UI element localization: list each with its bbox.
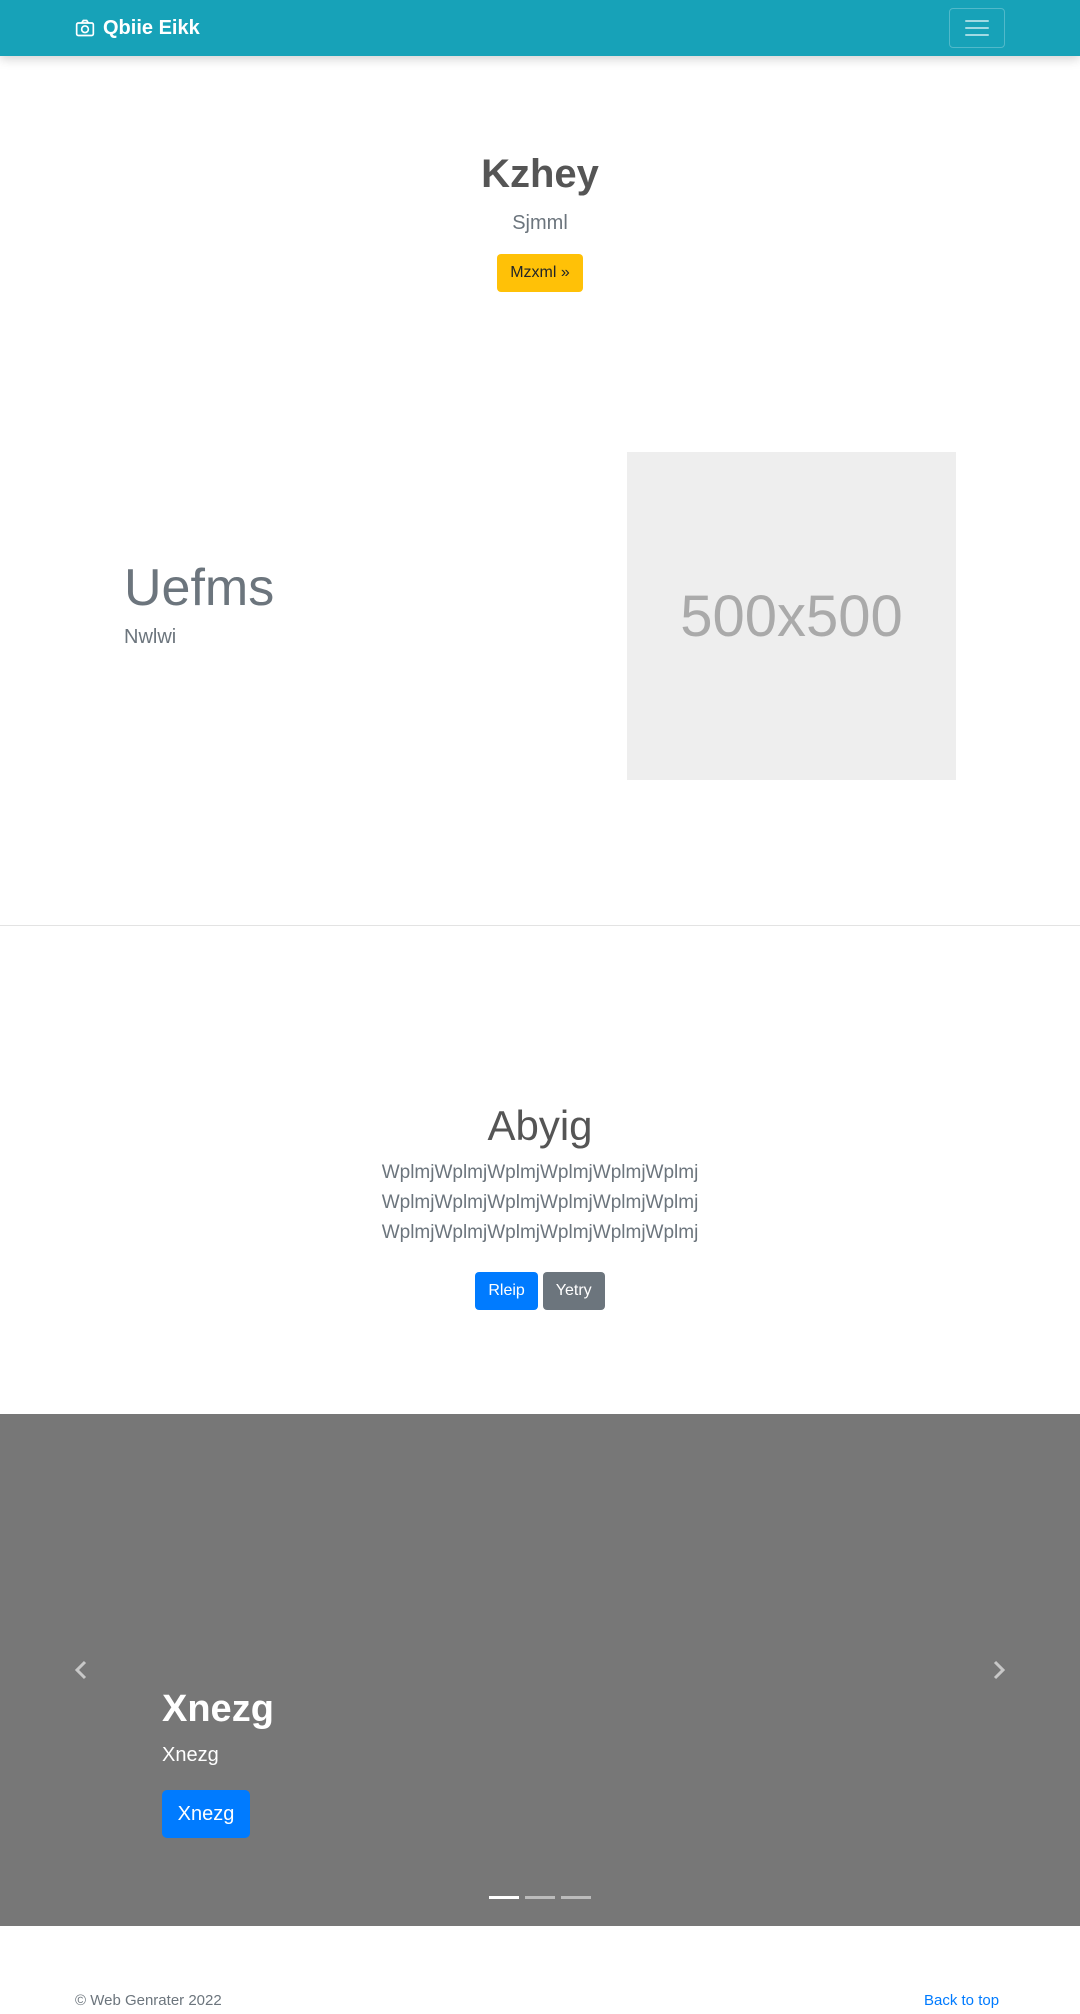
feature-subheading: Nwlwi	[124, 626, 177, 648]
brand-name: Qbiie Eikk	[103, 16, 200, 39]
secondary-button[interactable]: Yetry	[542, 1272, 605, 1310]
about-text-line: WplmjWplmjWplmjWplmjWplmjWplmj	[381, 1162, 699, 1183]
carousel: Xnezg Xnezg Xnezg	[0, 1414, 1080, 1926]
carousel-cta-button[interactable]: Xnezg	[162, 1790, 250, 1838]
carousel-caption-subtitle: Xnezg	[162, 1744, 219, 1766]
carousel-indicator[interactable]	[489, 1896, 519, 1899]
about-text-line: WplmjWplmjWplmjWplmjWplmjWplmj	[381, 1222, 699, 1243]
camera-icon	[75, 19, 95, 37]
hamburger-menu-icon	[965, 20, 989, 36]
about-title: Abyig	[487, 1102, 593, 1149]
navbar-toggler-button[interactable]	[949, 8, 1005, 48]
chevron-right-icon[interactable]	[986, 1658, 1010, 1682]
hero-title: Kzhey	[481, 152, 599, 196]
footer-copyright: © Web Genrater 2022	[75, 1992, 222, 2009]
brand-link[interactable]: Qbiie Eikk	[75, 0, 200, 56]
hero-subtitle: Sjmml	[512, 212, 568, 234]
chevron-left-icon[interactable]	[70, 1658, 94, 1682]
carousel-indicators	[0, 1896, 1080, 1899]
hero-cta-button[interactable]: Mzxml »	[497, 254, 583, 292]
back-to-top-link[interactable]: Back to top	[924, 1992, 999, 2009]
primary-button[interactable]: Rleip	[475, 1272, 538, 1310]
carousel-indicator[interactable]	[525, 1896, 555, 1899]
carousel-caption-title: Xnezg	[162, 1688, 274, 1730]
feature-heading: Uefms	[124, 559, 275, 617]
carousel-indicator[interactable]	[561, 1896, 591, 1899]
about-button-row: Rleip Yetry	[0, 1272, 1080, 1310]
section-divider	[0, 925, 1080, 926]
about-text-line: WplmjWplmjWplmjWplmjWplmjWplmj	[381, 1192, 699, 1213]
navbar: Qbiie Eikk	[0, 0, 1080, 56]
placeholder-image-label: 500x500	[680, 583, 903, 649]
placeholder-image: 500x500	[627, 452, 956, 780]
